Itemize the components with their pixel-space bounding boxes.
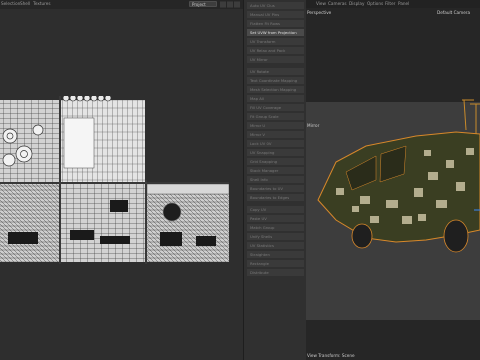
tool-item[interactable]: Boundaries to Edges xyxy=(247,194,304,201)
tool-item[interactable]: Paste UV xyxy=(247,215,304,222)
menu-view[interactable]: View xyxy=(316,1,326,6)
uv-large-shell xyxy=(63,117,95,169)
menu-panel[interactable]: Panel xyxy=(398,1,409,6)
tool-item[interactable]: UV Statistics xyxy=(247,242,304,249)
tool-item[interactable]: Auto UV Clus xyxy=(247,2,304,9)
tool-item[interactable]: Shell Info xyxy=(247,176,304,183)
tool-item[interactable]: Manual UV Pins xyxy=(247,11,304,18)
menu-filter[interactable]: Filter xyxy=(385,1,395,6)
menu-cameras[interactable]: Cameras xyxy=(328,1,347,6)
tool-item[interactable]: Copy UV xyxy=(247,206,304,213)
tool-item[interactable]: Unify Shells xyxy=(247,233,304,240)
camera-label[interactable]: Default Camera xyxy=(437,10,470,15)
menu-shell[interactable]: Shell xyxy=(20,1,30,6)
tool-item[interactable]: Match Group xyxy=(247,224,304,231)
tool-item[interactable]: Boundaries to UV xyxy=(247,185,304,192)
tool-item[interactable]: Mirror U xyxy=(247,122,304,129)
tool-item[interactable]: Fill UV Coverage xyxy=(247,104,304,111)
perspective-label: Perspective xyxy=(307,10,332,15)
uv-tile xyxy=(0,184,59,262)
tool-item[interactable]: UV Snapping xyxy=(247,149,304,156)
uv-layout xyxy=(0,96,229,264)
uv-dark-shell xyxy=(162,202,182,222)
uv-tile xyxy=(147,184,229,262)
viewport-menubar: View Cameras Display Options Filter Pane… xyxy=(306,0,480,8)
tool-item[interactable]: UV Transform xyxy=(247,38,304,45)
tool-item[interactable]: UV Rotate xyxy=(247,68,304,75)
tool-item[interactable]: Fit Group Scale xyxy=(247,113,304,120)
tool-item[interactable]: Distribute xyxy=(247,269,304,276)
menu-selection[interactable]: Selection xyxy=(1,1,20,6)
uv-tool-panel: Auto UV Clus Manual UV Pins Flatten Fit Ro… xyxy=(243,0,307,360)
tool-item[interactable]: Flatten Fit Rows xyxy=(247,20,304,27)
uv-tile xyxy=(61,184,145,262)
tool-item[interactable]: Grid Snapping xyxy=(247,158,304,165)
uv-view-select[interactable]: Project xyxy=(189,1,217,7)
grid-icon[interactable] xyxy=(234,1,240,8)
vehicle-model xyxy=(317,99,480,253)
settings-icon[interactable] xyxy=(227,1,233,8)
tool-item[interactable]: Map All xyxy=(247,95,304,102)
tool-item[interactable]: Mirror V xyxy=(247,131,304,138)
camera-icon[interactable] xyxy=(220,1,226,8)
tool-item[interactable]: Lock UV 0V xyxy=(247,140,304,147)
tool-item[interactable]: Set UVW from Projection xyxy=(247,29,304,36)
tool-item[interactable]: Mesh Selection Mapping xyxy=(247,86,304,93)
tool-item[interactable]: Rectangle xyxy=(247,260,304,267)
menu-display[interactable]: Display xyxy=(349,1,364,6)
tool-item[interactable]: Stack Manager xyxy=(247,167,304,174)
uv-strip-shell xyxy=(146,183,229,195)
tool-item[interactable]: UV Mirror xyxy=(247,56,304,63)
view-transform-label: View Transform: Scene xyxy=(307,353,355,358)
menu-options[interactable]: Options xyxy=(367,1,383,6)
tool-item[interactable]: Text Coordinate Mapping xyxy=(247,77,304,84)
tool-item[interactable]: Straighten xyxy=(247,251,304,258)
antenna xyxy=(462,99,480,135)
menu-textures[interactable]: Textures xyxy=(33,1,51,6)
tool-item[interactable]: UV Relax and Pack xyxy=(247,47,304,54)
uv-toolbar xyxy=(220,1,240,8)
